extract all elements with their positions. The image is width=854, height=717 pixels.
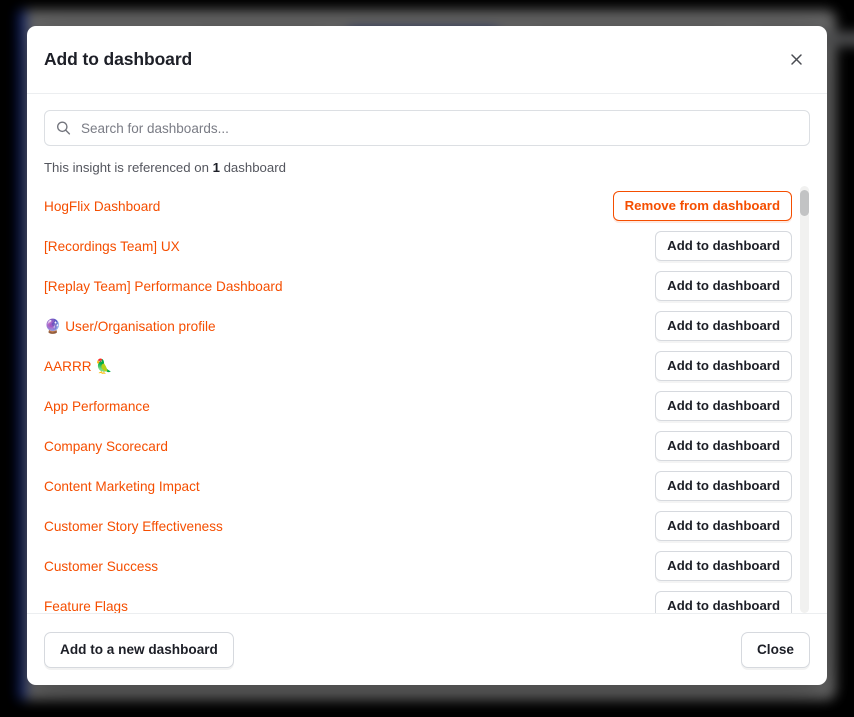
dashboard-link[interactable]: Customer Success <box>44 559 158 574</box>
dashboard-link[interactable]: [Recordings Team] UX <box>44 239 180 254</box>
list-item: AARRR 🦜 Add to dashboard <box>44 346 792 386</box>
reference-note-prefix: This insight is referenced on <box>44 160 213 175</box>
add-to-dashboard-button[interactable]: Add to dashboard <box>655 511 792 541</box>
list-item: App Performance Add to dashboard <box>44 386 792 426</box>
add-to-new-dashboard-button[interactable]: Add to a new dashboard <box>44 631 234 668</box>
dashboard-name: AARRR <box>44 358 92 374</box>
reference-note: This insight is referenced on 1 dashboar… <box>44 160 810 175</box>
list-item: Company Scorecard Add to dashboard <box>44 426 792 466</box>
dashboard-link[interactable]: Feature Flags <box>44 599 128 614</box>
dashboard-name: User/Organisation profile <box>65 318 216 334</box>
dashboard-name: Customer Success <box>44 558 159 574</box>
modal-header: Add to dashboard <box>27 26 827 94</box>
modal-footer: Add to a new dashboard Close <box>27 613 827 685</box>
dashboard-name: [Recordings Team] UX <box>44 238 180 254</box>
add-to-dashboard-button[interactable]: Add to dashboard <box>655 231 792 261</box>
dashboard-name: Content Marketing Impact <box>44 478 200 494</box>
scrollbar-thumb[interactable] <box>800 190 809 216</box>
list-item: Customer Story Effectiveness Add to dashb… <box>44 506 792 546</box>
list-item: Customer Success Add to dashboard <box>44 546 792 586</box>
close-icon[interactable] <box>782 46 810 74</box>
scrollbar-track[interactable] <box>800 186 809 613</box>
add-to-dashboard-button[interactable]: Add to dashboard <box>655 311 792 341</box>
reference-count: 1 <box>212 160 220 175</box>
dashboard-link[interactable]: HogFlix Dashboard <box>44 199 160 214</box>
list-item: HogFlix Dashboard Remove from dashboard <box>44 186 792 226</box>
search-container <box>44 110 810 146</box>
add-to-dashboard-button[interactable]: Add to dashboard <box>655 471 792 501</box>
dashboard-link[interactable]: AARRR 🦜 <box>44 358 113 375</box>
list-item: Feature Flags Add to dashboard <box>44 586 792 613</box>
dashboard-link[interactable]: Customer Story Effectiveness <box>44 519 223 534</box>
list-item: Content Marketing Impact Add to dashboard <box>44 466 792 506</box>
list-item: 🔮 User/Organisation profile Add to dashbo… <box>44 306 792 346</box>
dashboard-name: Company Scorecard <box>44 438 168 454</box>
remove-from-dashboard-button[interactable]: Remove from dashboard <box>612 191 792 221</box>
dashboard-link[interactable]: 🔮 User/Organisation profile <box>44 318 216 335</box>
dashboard-name: Feature Flags <box>44 598 128 614</box>
dashboard-emoji-icon: 🔮 <box>44 317 62 334</box>
dashboard-list: HogFlix Dashboard Remove from dashboard [R… <box>44 186 810 613</box>
dashboard-emoji-icon: 🦜 <box>95 357 113 374</box>
dashboard-name: App Performance <box>44 398 150 414</box>
dashboard-name: [Replay Team] Performance Dashboard <box>44 278 283 294</box>
add-to-dashboard-button[interactable]: Add to dashboard <box>655 551 792 581</box>
reference-note-suffix: dashboard <box>219 160 286 175</box>
dashboard-link[interactable]: [Replay Team] Performance Dashboard <box>44 279 283 294</box>
list-item: [Recordings Team] UX Add to dashboard <box>44 226 792 266</box>
close-button[interactable]: Close <box>740 631 810 668</box>
add-to-dashboard-button[interactable]: Add to dashboard <box>655 391 792 421</box>
dashboard-link[interactable]: Content Marketing Impact <box>44 479 200 494</box>
modal-body: This insight is referenced on 1 dashboar… <box>27 94 827 613</box>
search-input[interactable] <box>44 110 810 146</box>
dashboard-link[interactable]: App Performance <box>44 399 150 414</box>
list-item: [Replay Team] Performance Dashboard Add t… <box>44 266 792 306</box>
add-to-dashboard-button[interactable]: Add to dashboard <box>655 431 792 461</box>
add-to-dashboard-modal: Add to dashboard This insight is referen… <box>27 26 827 685</box>
add-to-dashboard-button[interactable]: Add to dashboard <box>655 351 792 381</box>
add-to-dashboard-button[interactable]: Add to dashboard <box>655 271 792 301</box>
dashboard-name: HogFlix Dashboard <box>44 198 161 214</box>
add-to-dashboard-button[interactable]: Add to dashboard <box>655 591 792 613</box>
dashboard-link[interactable]: Company Scorecard <box>44 439 168 454</box>
page-title: Add to dashboard <box>44 49 193 69</box>
dashboard-name: Customer Story Effectiveness <box>44 518 223 534</box>
